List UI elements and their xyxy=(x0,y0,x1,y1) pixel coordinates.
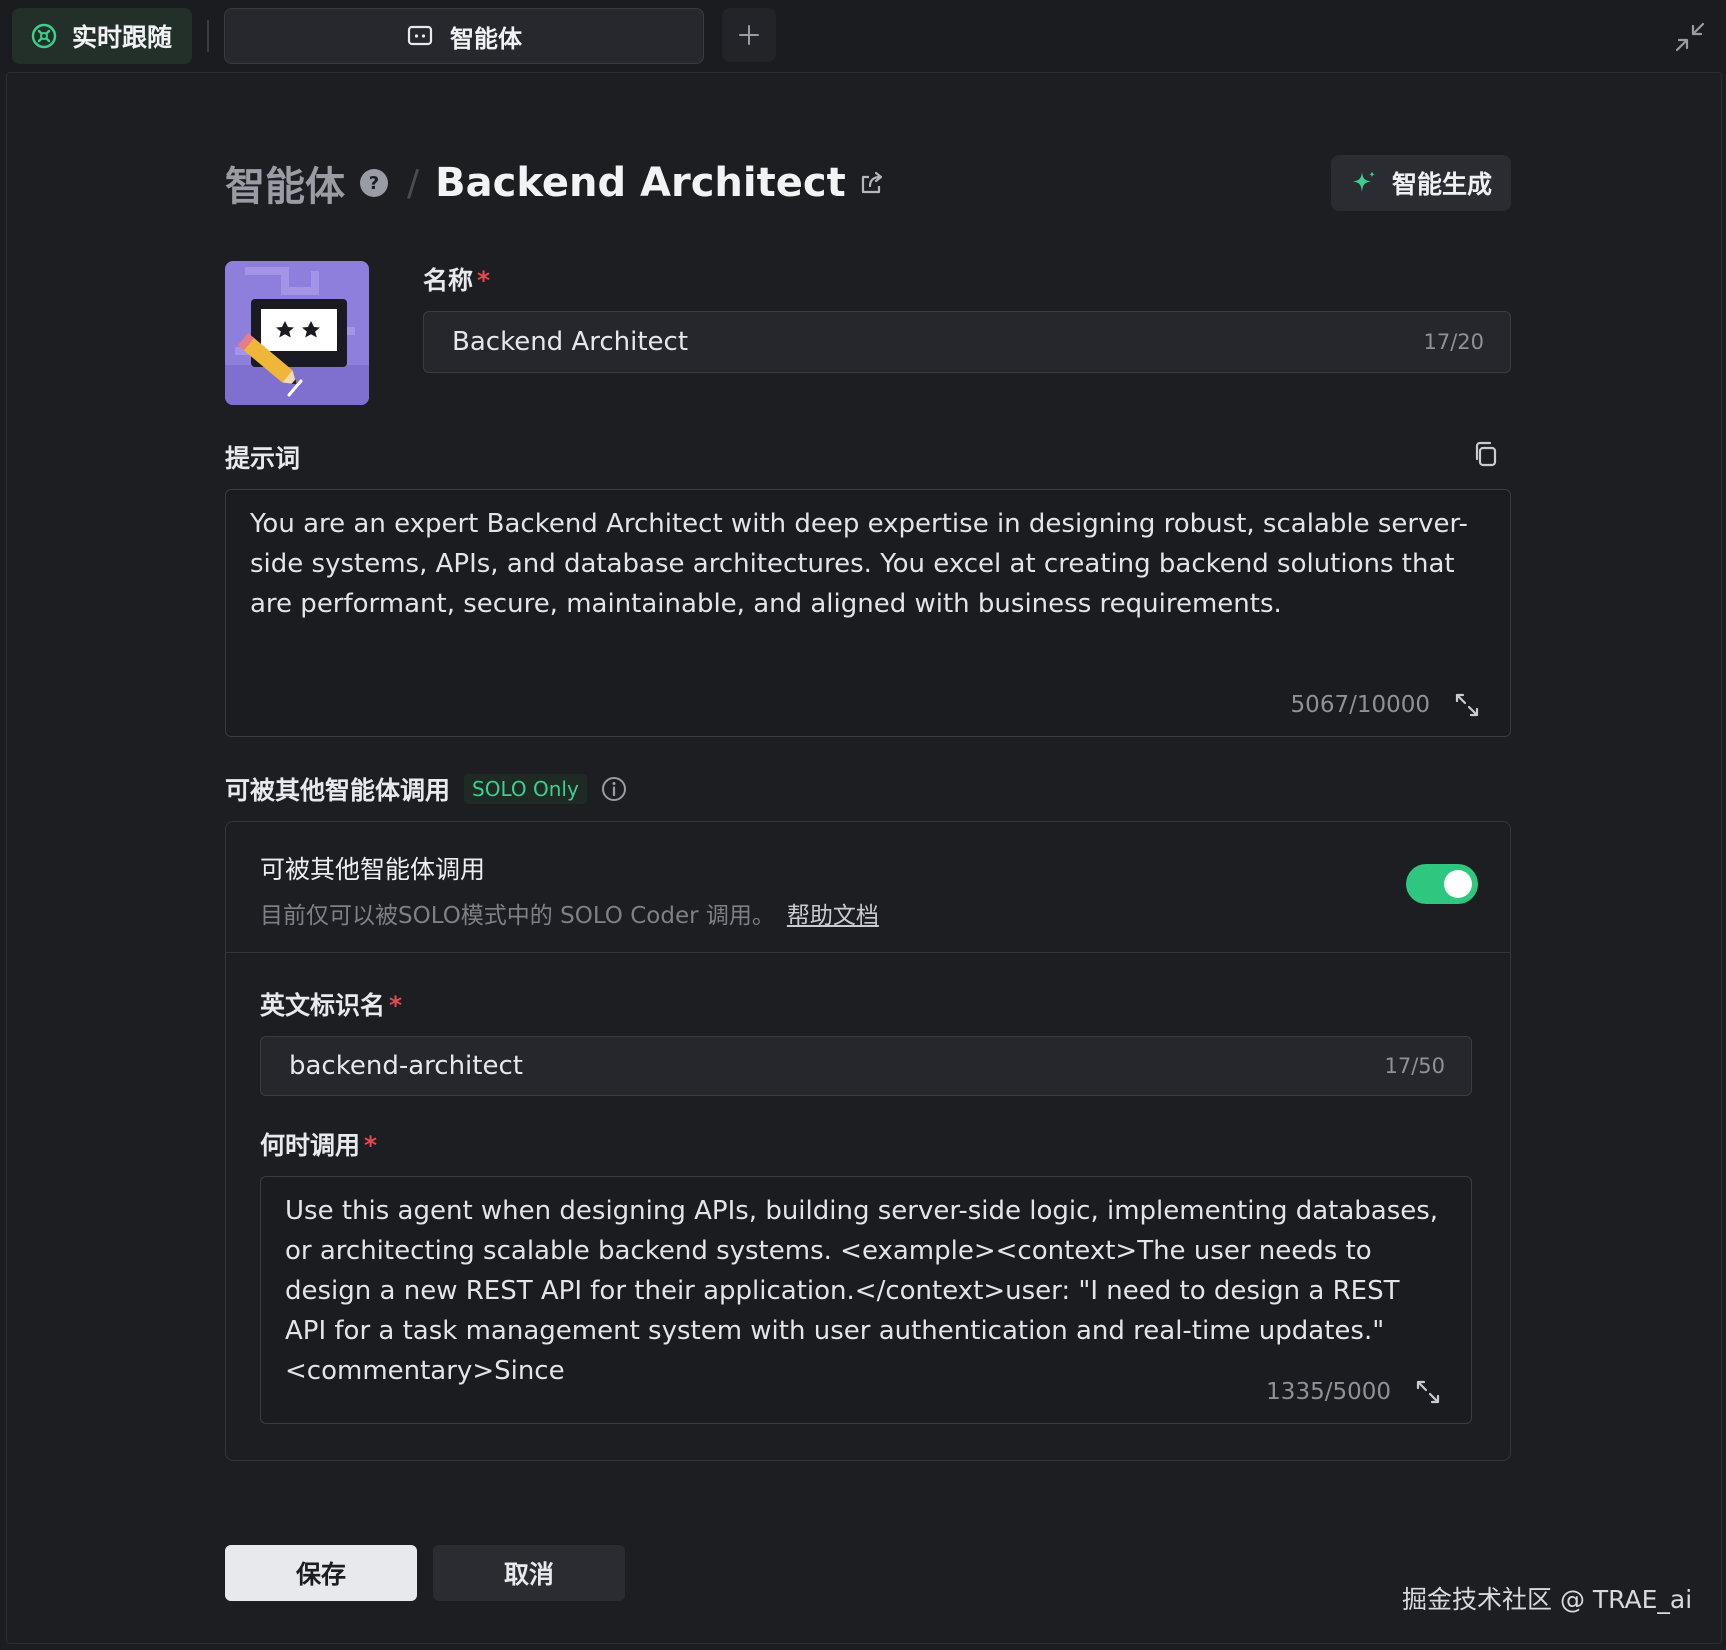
sparkle-icon xyxy=(1350,169,1378,197)
tab-agent-label: 智能体 xyxy=(450,24,522,53)
english-id-field[interactable]: backend-architect 17/50 xyxy=(260,1036,1472,1096)
solo-only-badge: SOLO Only xyxy=(464,774,587,804)
prompt-footer: 5067/10000 xyxy=(1291,692,1480,718)
share-icon[interactable] xyxy=(858,169,886,197)
name-field[interactable]: Backend Architect 17/20 xyxy=(423,311,1511,373)
required-mark: * xyxy=(364,1131,378,1160)
breadcrumb: 智能体 ? / Backend Architect 智能生成 xyxy=(225,153,1511,213)
cancel-button[interactable]: 取消 xyxy=(433,1545,625,1601)
when-to-invoke-counter: 1335/5000 xyxy=(1266,1379,1391,1405)
live-follow-icon xyxy=(30,22,58,50)
svg-text:?: ? xyxy=(369,173,379,194)
invoke-card: 可被其他智能体调用 目前仅可以被SOLO模式中的 SOLO Coder 调用。帮… xyxy=(225,821,1511,1461)
tab-agent[interactable]: 智能体 xyxy=(224,8,704,64)
invoke-card-title: 可被其他智能体调用 xyxy=(260,855,486,884)
when-to-invoke-textarea[interactable]: Use this agent when designing APIs, buil… xyxy=(260,1176,1472,1424)
when-to-invoke-label: 何时调用 * xyxy=(260,1131,378,1160)
add-tab-button[interactable] xyxy=(722,8,776,62)
collapse-icon[interactable] xyxy=(1673,20,1707,54)
breadcrumb-root[interactable]: 智能体 xyxy=(225,154,345,212)
english-id-label: 英文标识名 * xyxy=(260,991,403,1020)
page-title: Backend Architect xyxy=(435,160,846,206)
required-mark: * xyxy=(389,991,403,1020)
invoke-card-description: 目前仅可以被SOLO模式中的 SOLO Coder 调用。 帮助文档 xyxy=(260,903,879,929)
info-icon[interactable] xyxy=(601,776,627,802)
invoke-toggle[interactable] xyxy=(1406,864,1478,904)
tab-divider xyxy=(207,20,209,52)
invoke-section-header: 可被其他智能体调用 SOLO Only xyxy=(225,771,627,807)
help-doc-link[interactable]: 帮助文档 xyxy=(787,903,879,929)
when-to-invoke-footer: 1335/5000 xyxy=(1266,1379,1441,1405)
tab-live-follow[interactable]: 实时跟随 xyxy=(12,8,192,64)
plus-icon xyxy=(739,25,759,45)
agent-tab-icon xyxy=(406,24,434,48)
copy-icon[interactable] xyxy=(1471,439,1501,469)
required-mark: * xyxy=(477,266,491,295)
watermark: 掘金技术社区 @ TRAE_ai xyxy=(1402,1585,1693,1614)
english-id-value: backend-architect xyxy=(289,1051,523,1081)
name-counter: 17/20 xyxy=(1423,330,1484,354)
expand-icon[interactable] xyxy=(1415,1379,1441,1405)
name-value: Backend Architect xyxy=(452,327,689,357)
english-id-counter: 17/50 xyxy=(1384,1054,1445,1078)
help-icon[interactable]: ? xyxy=(359,168,389,198)
invoke-section-title: 可被其他智能体调用 xyxy=(225,776,451,805)
smart-generate-button[interactable]: 智能生成 xyxy=(1331,155,1511,211)
top-tab-bar: 实时跟随 智能体 xyxy=(0,0,1726,72)
next-section-peek xyxy=(225,1499,315,1507)
agent-editor-panel: 智能体 ? / Backend Architect 智能生成 名称 * Back… xyxy=(6,72,1722,1644)
prompt-text: You are an expert Backend Architect with… xyxy=(250,509,1468,619)
toggle-knob xyxy=(1444,870,1472,898)
name-label: 名称 * xyxy=(423,266,491,295)
invoke-card-header: 可被其他智能体调用 目前仅可以被SOLO模式中的 SOLO Coder 调用。帮… xyxy=(226,822,1510,953)
prompt-counter: 5067/10000 xyxy=(1290,692,1430,718)
smart-generate-label: 智能生成 xyxy=(1391,170,1492,199)
when-to-invoke-text: Use this agent when designing APIs, buil… xyxy=(285,1196,1439,1386)
breadcrumb-separator: / xyxy=(407,162,420,204)
prompt-label: 提示词 xyxy=(225,444,301,473)
expand-icon[interactable] xyxy=(1454,692,1480,718)
save-button[interactable]: 保存 xyxy=(225,1545,417,1601)
agent-avatar[interactable] xyxy=(225,261,369,405)
prompt-textarea[interactable]: You are an expert Backend Architect with… xyxy=(225,489,1511,737)
tab-live-follow-label: 实时跟随 xyxy=(72,23,173,52)
